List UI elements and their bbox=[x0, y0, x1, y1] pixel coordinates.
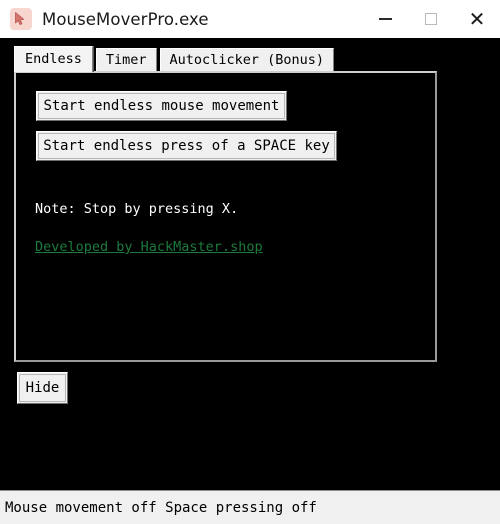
minimize-icon bbox=[378, 18, 392, 20]
tab-endless-label: Endless bbox=[25, 50, 82, 67]
stop-note-text: Note: Stop by pressing X. bbox=[35, 201, 239, 217]
client-area: Endless Timer Autoclicker (Bonus) Start … bbox=[0, 38, 500, 486]
start-mouse-movement-label: Start endless mouse movement bbox=[43, 98, 280, 114]
tab-endless[interactable]: Endless bbox=[14, 46, 93, 72]
close-button[interactable]: ✕ bbox=[454, 0, 500, 38]
tab-autoclicker[interactable]: Autoclicker (Bonus) bbox=[159, 48, 334, 72]
tab-timer[interactable]: Timer bbox=[95, 48, 157, 72]
tab-content-panel: Start endless mouse movement Start endle… bbox=[14, 71, 437, 362]
tab-timer-label: Timer bbox=[105, 52, 147, 68]
status-bar: Mouse movement off Space pressing off bbox=[0, 490, 500, 524]
application-window: MouseMoverPro.exe ✕ Endless Timer Autocl… bbox=[0, 0, 500, 524]
maximize-button[interactable] bbox=[408, 0, 454, 38]
tab-strip: Endless Timer Autoclicker (Bonus) bbox=[14, 46, 337, 72]
start-mouse-movement-button[interactable]: Start endless mouse movement bbox=[36, 91, 287, 121]
tab-autoclicker-label: Autoclicker (Bonus) bbox=[169, 52, 324, 68]
minimize-button[interactable] bbox=[362, 0, 408, 38]
title-bar: MouseMoverPro.exe ✕ bbox=[0, 0, 500, 38]
status-text: Mouse movement off Space pressing off bbox=[5, 499, 317, 516]
mouse-cursor-icon bbox=[10, 8, 32, 30]
start-space-press-label: Start endless press of a SPACE key bbox=[43, 138, 330, 154]
hide-button[interactable]: Hide bbox=[17, 372, 68, 404]
window-title: MouseMoverPro.exe bbox=[42, 9, 209, 29]
hide-button-label: Hide bbox=[25, 380, 60, 396]
start-space-press-button[interactable]: Start endless press of a SPACE key bbox=[36, 131, 337, 161]
window-controls: ✕ bbox=[362, 0, 500, 38]
developer-link[interactable]: Developed by HackMaster.shop bbox=[35, 239, 263, 255]
maximize-icon bbox=[425, 13, 437, 25]
close-icon: ✕ bbox=[468, 7, 486, 31]
